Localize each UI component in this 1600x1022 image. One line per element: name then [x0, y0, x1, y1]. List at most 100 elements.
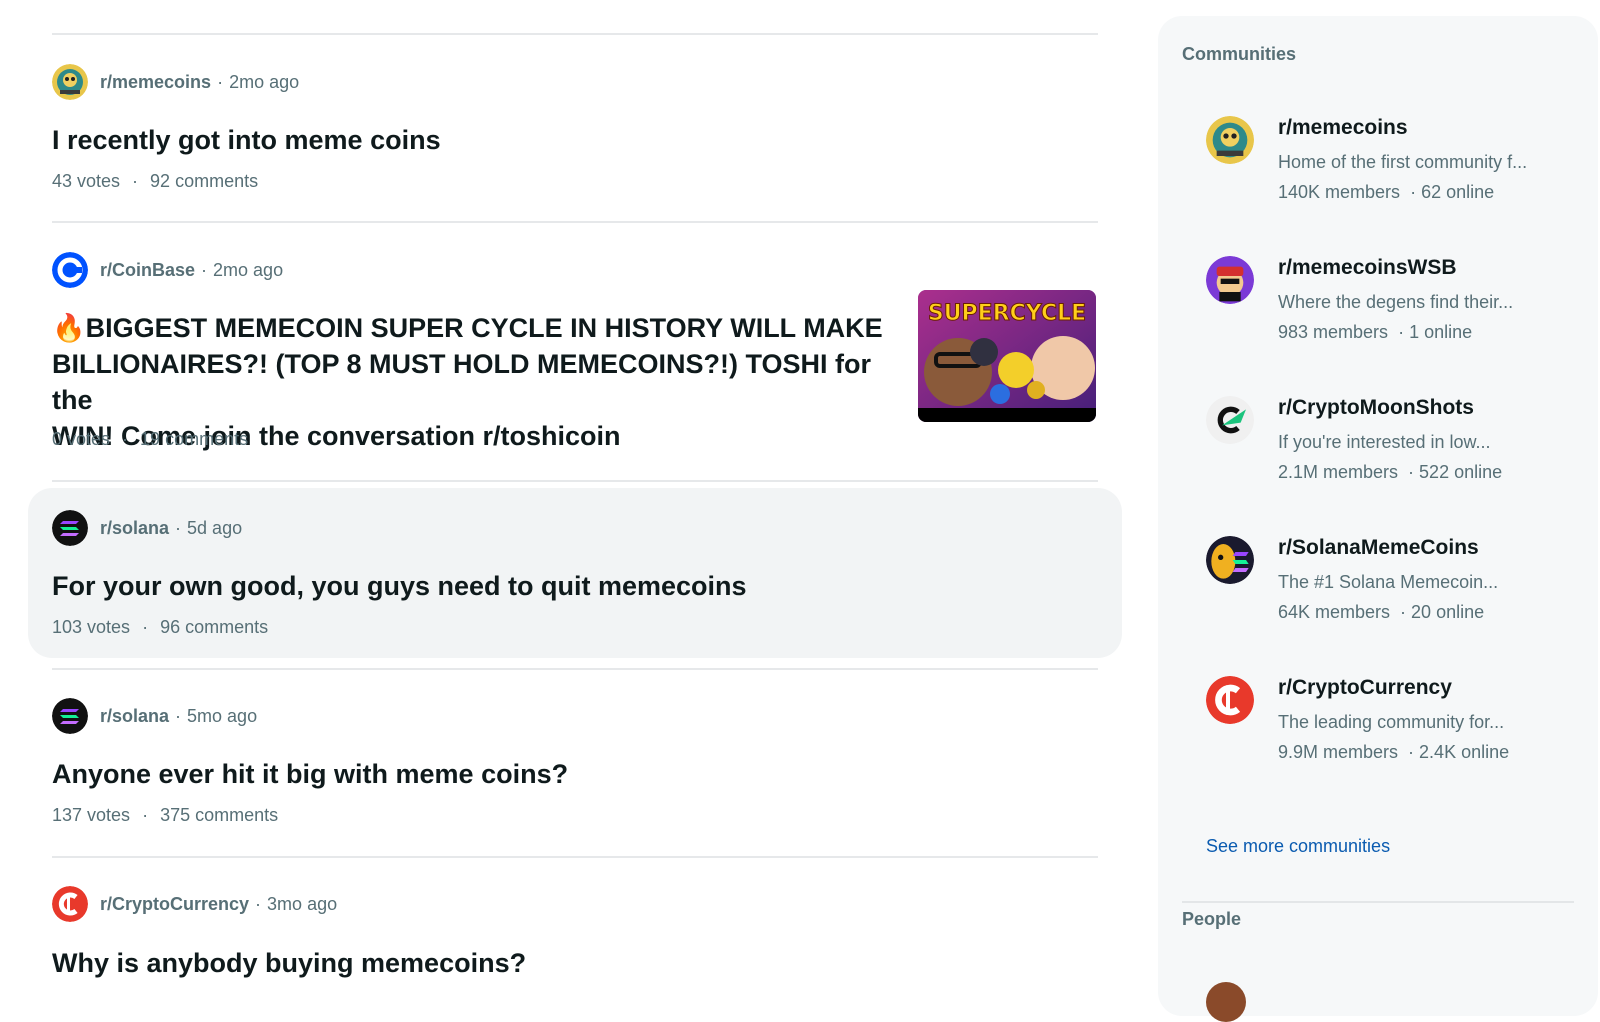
community-description: Home of the first community f...: [1278, 152, 1528, 172]
vote-count: 0 votes: [52, 429, 111, 449]
member-count: 64K members: [1278, 602, 1391, 622]
memecoins-avatar-icon[interactable]: [52, 64, 88, 100]
communities-heading: Communities: [1182, 44, 1297, 64]
online-count: 522 online: [1419, 462, 1503, 482]
post-meta: r/solana · 5mo ago: [52, 698, 257, 734]
solana-avatar-icon[interactable]: [52, 510, 88, 546]
community-name: r/SolanaMemeCoins: [1278, 536, 1479, 559]
vote-count: 103 votes: [52, 617, 131, 637]
member-count: 9.9M members: [1278, 742, 1399, 762]
comment-count[interactable]: 375 comments: [160, 805, 278, 826]
community-stats: 9.9M members · 2.4K online: [1278, 742, 1510, 762]
online-count: 62 online: [1421, 182, 1495, 202]
community-description: If you're interested in low...: [1278, 432, 1491, 452]
separator-dot: ·: [142, 617, 149, 637]
community-item-memecoinswsb[interactable]: r/memecoinsWSB Where the degens find the…: [1206, 256, 1586, 366]
post-time: 2mo ago: [229, 71, 300, 92]
post-stats: 103 votes · 96 comments: [52, 617, 268, 638]
online-count: 20 online: [1411, 602, 1485, 622]
post-card[interactable]: r/memecoins · 2mo ago I recently got int…: [28, 45, 1122, 220]
community-stats: 983 members · 1 online: [1278, 322, 1473, 342]
comment-count[interactable]: 19 comments: [140, 429, 248, 450]
post-meta: r/CoinBase · 2mo ago: [52, 252, 283, 288]
separator-dot: ·: [132, 171, 139, 191]
divider: [52, 480, 1098, 482]
community-name: r/memecoins: [1278, 116, 1408, 139]
subreddit-link[interactable]: r/solana: [100, 706, 169, 727]
post-title[interactable]: Anyone ever hit it big with meme coins?: [52, 756, 568, 792]
memecoins-avatar-icon: [1206, 116, 1254, 164]
post-card[interactable]: r/CoinBase · 2mo ago 🔥BIGGEST MEMECOIN S…: [28, 233, 1122, 478]
see-more-communities-link[interactable]: See more communities: [1206, 836, 1390, 857]
community-description: Where the degens find their...: [1278, 292, 1514, 312]
post-card[interactable]: r/solana · 5d ago For your own good, you…: [28, 488, 1122, 658]
community-name: r/CryptoCurrency: [1278, 676, 1452, 699]
separator-dot: ·: [201, 259, 208, 280]
post-title-line: BILLIONAIRES?! (TOP 8 MUST HOLD MEMECOIN…: [52, 349, 872, 415]
post-meta: r/solana · 5d ago: [52, 510, 242, 546]
post-thumbnail[interactable]: SUPERCYCLE: [918, 290, 1096, 422]
people-heading: People: [1182, 909, 1242, 929]
member-count: 140K members: [1278, 182, 1401, 202]
post-time: 2mo ago: [213, 259, 284, 280]
post-title[interactable]: For your own good, you guys need to quit…: [52, 568, 747, 604]
divider: [1182, 901, 1574, 903]
person-avatar[interactable]: [1206, 982, 1246, 1022]
separator-dot: ·: [142, 805, 149, 825]
sidebar: Communities r/memecoins Home of the firs…: [1158, 16, 1598, 1022]
community-stats: 140K members · 62 online: [1278, 182, 1495, 202]
post-title-line: 🔥BIGGEST MEMECOIN SUPER CYCLE IN HISTORY…: [52, 313, 883, 343]
community-name: r/CryptoMoonShots: [1278, 396, 1474, 419]
separator-dot: ·: [255, 893, 262, 914]
community-item-memecoins[interactable]: r/memecoins Home of the first community …: [1206, 116, 1586, 226]
community-name: r/memecoinsWSB: [1278, 256, 1457, 279]
solana-avatar-icon[interactable]: [52, 698, 88, 734]
member-count: 983 members: [1278, 322, 1389, 342]
divider: [52, 856, 1098, 858]
community-description: The #1 Solana Memecoin...: [1278, 572, 1499, 592]
post-card[interactable]: r/CryptoCurrency · 3mo ago Why is anybod…: [28, 868, 1122, 1005]
community-item-solanamemecoins[interactable]: r/SolanaMemeCoins The #1 Solana Memecoin…: [1206, 536, 1586, 646]
thumbnail-text: SUPERCYCLE: [928, 301, 1086, 326]
subreddit-link[interactable]: r/CoinBase: [100, 260, 195, 281]
comment-count[interactable]: 92 comments: [150, 171, 258, 192]
post-time: 5d ago: [187, 517, 243, 538]
post-title[interactable]: I recently got into meme coins: [52, 122, 441, 158]
post-title[interactable]: Why is anybody buying memecoins?: [52, 945, 526, 981]
vote-count: 137 votes: [52, 805, 131, 825]
post-card[interactable]: r/solana · 5mo ago Anyone ever hit it bi…: [28, 680, 1122, 855]
subreddit-link[interactable]: r/solana: [100, 518, 169, 539]
vote-count: 43 votes: [52, 171, 121, 191]
post-meta: r/memecoins · 2mo ago: [52, 64, 299, 100]
coinbase-avatar-icon[interactable]: [52, 252, 88, 288]
cryptocurrency-avatar-icon: [1206, 676, 1254, 724]
separator-dot: ·: [175, 517, 182, 538]
separator-dot: ·: [175, 705, 182, 726]
cryptocurrency-avatar-icon[interactable]: [52, 886, 88, 922]
comment-count[interactable]: 96 comments: [160, 617, 268, 638]
search-results-feed: r/memecoins · 2mo ago I recently got int…: [0, 0, 1122, 1005]
community-item-cryptomoonshots[interactable]: r/CryptoMoonShots If you're interested i…: [1206, 396, 1586, 506]
post-meta: r/CryptoCurrency · 3mo ago: [52, 886, 337, 922]
online-count: 1 online: [1409, 322, 1473, 342]
member-count: 2.1M members: [1278, 462, 1399, 482]
community-description: The leading community for...: [1278, 712, 1505, 732]
post-stats: 0 votes · 19 comments: [52, 429, 248, 450]
divider: [52, 668, 1098, 670]
cryptomoonshots-avatar-icon: [1206, 396, 1254, 444]
post-time: 3mo ago: [267, 893, 338, 914]
divider: [52, 33, 1098, 35]
community-stats: 64K members · 20 online: [1278, 602, 1485, 622]
memecoinswsb-avatar-icon: [1206, 256, 1254, 304]
subreddit-link[interactable]: r/CryptoCurrency: [100, 894, 249, 915]
post-stats: 137 votes · 375 comments: [52, 805, 278, 826]
separator-dot: ·: [122, 429, 129, 449]
community-stats: 2.1M members · 522 online: [1278, 462, 1503, 482]
solanamemecoins-avatar-icon: [1206, 536, 1254, 584]
subreddit-link[interactable]: r/memecoins: [100, 72, 211, 93]
divider: [52, 221, 1098, 223]
community-item-cryptocurrency[interactable]: r/CryptoCurrency The leading community f…: [1206, 676, 1586, 786]
separator-dot: ·: [217, 71, 224, 92]
post-time: 5mo ago: [187, 705, 258, 726]
post-stats: 43 votes · 92 comments: [52, 171, 258, 192]
